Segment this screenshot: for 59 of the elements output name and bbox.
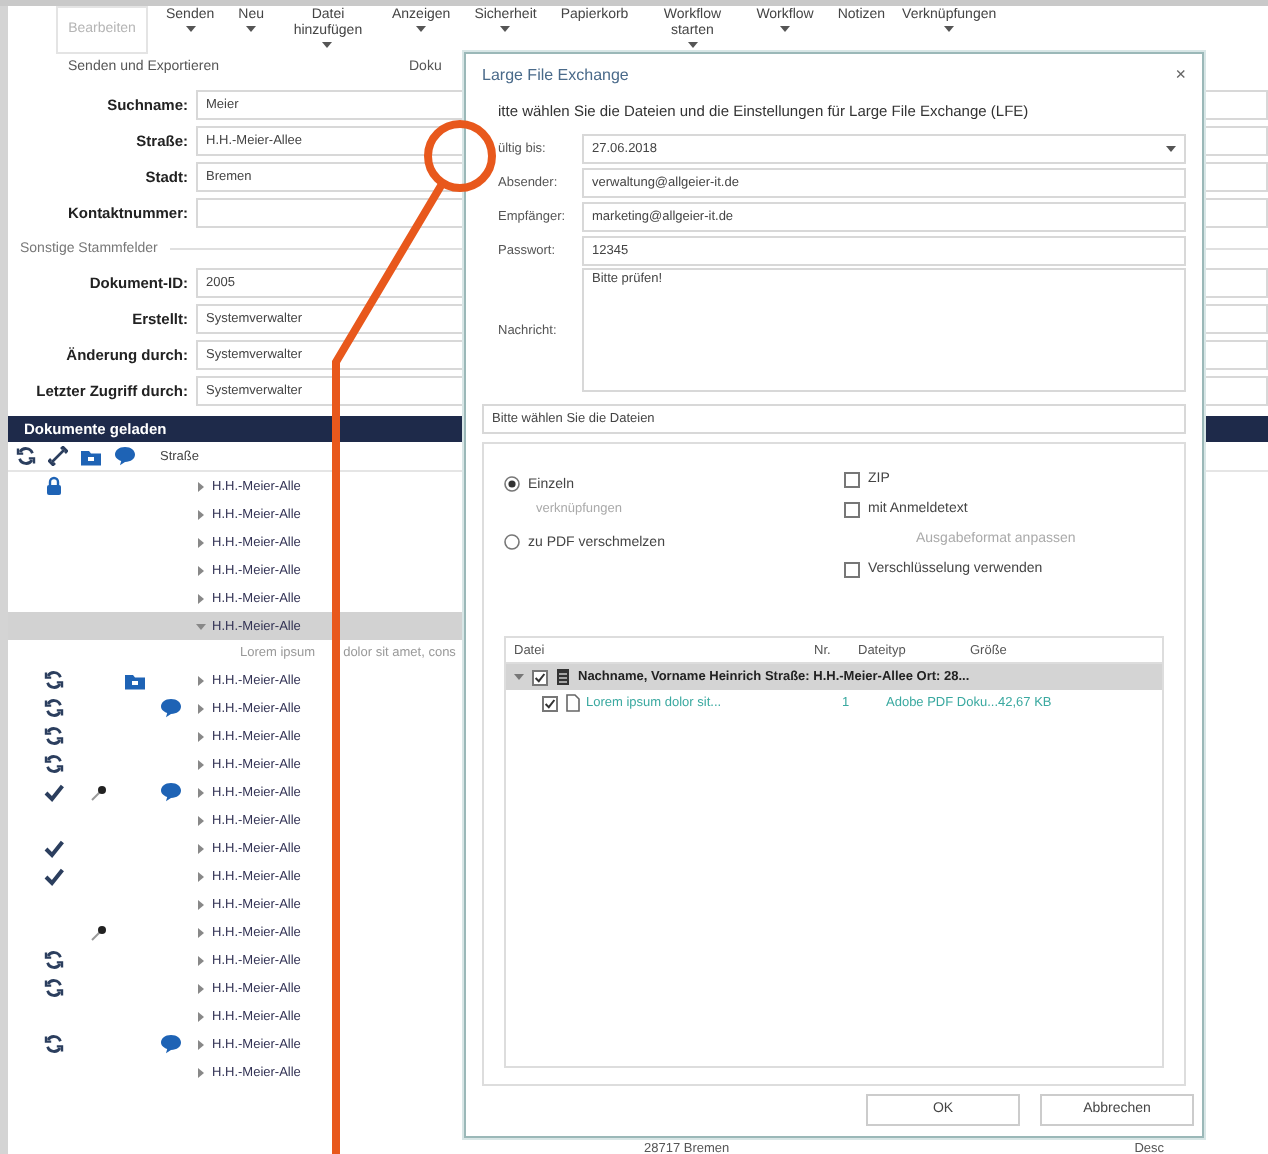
expand-icon[interactable] xyxy=(195,481,205,491)
expand-icon[interactable] xyxy=(195,1067,205,1077)
expand-icon[interactable] xyxy=(195,843,205,853)
sync-icon xyxy=(44,950,64,970)
collapse-icon[interactable] xyxy=(195,621,205,631)
dropdown-caret-icon xyxy=(1166,146,1176,152)
caret-icon xyxy=(416,26,427,32)
expand-icon[interactable] xyxy=(195,565,205,575)
caret-icon xyxy=(944,26,955,32)
document-icon xyxy=(566,694,580,712)
check-icon xyxy=(44,783,64,801)
radio-button[interactable] xyxy=(504,476,520,492)
folder-icon xyxy=(123,671,145,689)
checkbox[interactable] xyxy=(844,501,860,517)
pin-icon xyxy=(89,783,107,801)
lock-icon xyxy=(46,476,62,496)
comment-icon xyxy=(159,1034,181,1054)
caret-icon xyxy=(780,26,791,32)
expand-icon[interactable] xyxy=(195,899,205,909)
sync-icon xyxy=(44,670,64,690)
comment-icon xyxy=(159,782,181,802)
expand-icon[interactable] xyxy=(195,787,205,797)
comment-icon xyxy=(159,698,181,718)
expand-icon[interactable] xyxy=(195,703,205,713)
expand-icon[interactable] xyxy=(195,731,205,741)
sync-icon xyxy=(44,754,64,774)
caret-icon xyxy=(246,26,257,32)
expand-icon[interactable] xyxy=(195,1039,205,1049)
expand-icon[interactable] xyxy=(195,537,205,547)
radio-button[interactable] xyxy=(504,534,520,550)
caret-icon xyxy=(185,26,196,32)
expand-icon[interactable] xyxy=(195,983,205,993)
pin-icon xyxy=(89,923,107,941)
expand-icon[interactable] xyxy=(195,593,205,603)
expand-icon[interactable] xyxy=(195,1011,205,1021)
collapse-icon[interactable] xyxy=(514,672,524,682)
expand-icon[interactable] xyxy=(195,955,205,965)
folder-icon xyxy=(80,447,102,465)
caret-icon xyxy=(322,42,333,48)
expand-icon[interactable] xyxy=(195,759,205,769)
checkbox[interactable] xyxy=(844,471,860,487)
caret-icon xyxy=(500,26,511,32)
expand-icon[interactable] xyxy=(195,871,205,881)
checkbox[interactable] xyxy=(542,695,558,711)
expand-icon[interactable] xyxy=(195,509,205,519)
checkbox[interactable] xyxy=(844,561,860,577)
sync-icon xyxy=(16,446,36,466)
sync-icon xyxy=(44,1034,64,1054)
close-icon[interactable]: × xyxy=(1175,64,1186,84)
comment-icon xyxy=(114,446,136,466)
sync-icon xyxy=(44,698,64,718)
caret-icon xyxy=(687,42,698,48)
checkbox[interactable] xyxy=(532,669,548,685)
expand-icon[interactable] xyxy=(195,815,205,825)
expand-icon[interactable] xyxy=(195,675,205,685)
expand-icon[interactable] xyxy=(195,927,205,937)
sync-icon xyxy=(44,726,64,746)
sync-icon xyxy=(44,978,64,998)
dialog-title: Large File Exchange xyxy=(482,65,629,83)
